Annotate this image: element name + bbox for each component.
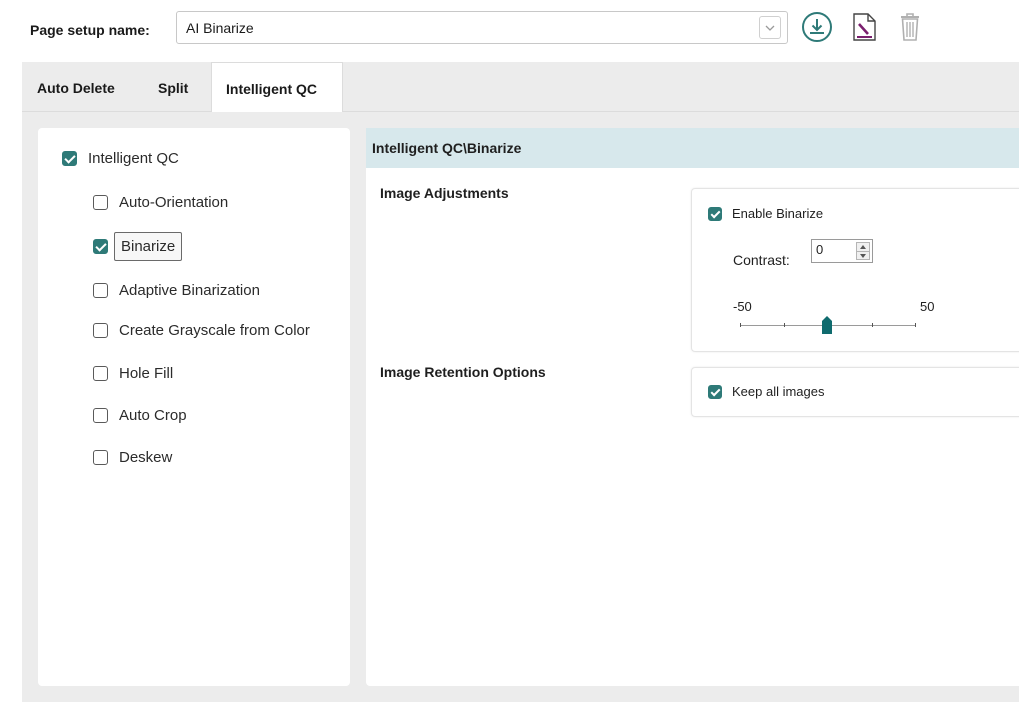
slider-tick: [784, 323, 785, 327]
checkbox[interactable]: [93, 407, 108, 423]
tree-item-label: Auto-Orientation: [119, 193, 229, 211]
tree-item-hole-fill[interactable]: Hole Fill: [93, 357, 173, 389]
enable-binarize-checkbox[interactable]: [708, 206, 722, 221]
spin-up-icon[interactable]: [857, 243, 869, 251]
checkbox[interactable]: [93, 194, 108, 210]
checkbox[interactable]: [93, 322, 108, 338]
tree-item-intelligent-qc[interactable]: Intelligent QC: [62, 142, 179, 174]
download-icon[interactable]: [800, 10, 834, 44]
tree-item-deskew[interactable]: Deskew: [93, 441, 172, 473]
slider-thumb[interactable]: [821, 315, 833, 335]
slider-tick: [915, 323, 916, 327]
tree-item-label: Hole Fill: [119, 364, 174, 382]
slider-min-label: -50: [733, 299, 752, 314]
tab-split[interactable]: Split: [158, 62, 188, 112]
page-setup-label: Page setup name:: [30, 22, 150, 38]
tree-item-label: Adaptive Binarization: [119, 281, 260, 299]
image-retention-card: Keep all images: [691, 367, 1019, 417]
settings-panel: Intelligent QC\Binarize Image Adjustment…: [366, 128, 1019, 686]
tree-item-label: Auto Crop: [119, 406, 187, 424]
page-setup-bar: Page setup name: AI Binarize: [0, 0, 1019, 60]
contrast-value: 0: [816, 242, 824, 257]
tab-strip: Auto Delete Split Intelligent QC: [22, 62, 1019, 113]
chevron-down-icon: [765, 25, 775, 31]
tree-item-label: Create Grayscale from Color: [119, 321, 310, 339]
edit-document-icon[interactable]: [848, 10, 882, 44]
enable-binarize-label: Enable Binarize: [732, 206, 824, 221]
slider-tick: [872, 323, 873, 327]
tree-item-create-grayscale[interactable]: Create Grayscale from Color: [93, 314, 310, 346]
contrast-spinbox[interactable]: 0: [811, 239, 873, 263]
tree-item-auto-crop[interactable]: Auto Crop: [93, 399, 187, 431]
spin-buttons: [856, 242, 870, 260]
breadcrumb: Intelligent QC\Binarize: [366, 128, 1019, 168]
page-setup-combobox[interactable]: AI Binarize: [176, 11, 788, 44]
spin-down-icon[interactable]: [857, 251, 869, 260]
tree-item-binarize[interactable]: Binarize: [93, 230, 183, 262]
image-retention-heading: Image Retention Options: [380, 364, 546, 380]
enable-binarize-option[interactable]: Enable Binarize: [708, 206, 823, 221]
contrast-label: Contrast:: [733, 252, 790, 268]
page-setup-value: AI Binarize: [186, 20, 254, 36]
slider-tick: [740, 323, 741, 327]
breadcrumb-path: Intelligent QC\Binarize: [372, 140, 522, 156]
tree-item-label: Intelligent QC: [88, 149, 179, 167]
checkbox[interactable]: [93, 365, 108, 381]
checkbox[interactable]: [93, 238, 108, 254]
checkbox[interactable]: [93, 449, 108, 465]
tab-intelligent-qc[interactable]: Intelligent QC: [211, 62, 343, 113]
keep-all-images-checkbox[interactable]: [708, 384, 722, 399]
checkbox[interactable]: [93, 282, 108, 298]
image-adjustments-heading: Image Adjustments: [380, 185, 509, 201]
page-setup-dropdown-button[interactable]: [759, 16, 781, 39]
keep-all-images-option[interactable]: Keep all images: [708, 384, 825, 399]
feature-tree-panel: Intelligent QC Auto-Orientation Binarize…: [38, 128, 350, 686]
tab-content: Intelligent QC Auto-Orientation Binarize…: [22, 112, 1019, 702]
tree-item-label: Binarize: [114, 231, 183, 261]
keep-all-images-label: Keep all images: [732, 384, 825, 399]
trash-icon[interactable]: [893, 10, 927, 44]
tree-item-adaptive-binarization[interactable]: Adaptive Binarization: [93, 274, 260, 306]
slider-max-label: 50: [920, 299, 935, 314]
tab-auto-delete[interactable]: Auto Delete: [37, 62, 115, 112]
tree-item-label: Deskew: [119, 448, 173, 466]
tree-item-auto-orientation[interactable]: Auto-Orientation: [93, 186, 228, 218]
checkbox[interactable]: [62, 150, 77, 166]
image-adjustments-card: Enable Binarize Contrast: 0 -50 50: [691, 188, 1019, 352]
